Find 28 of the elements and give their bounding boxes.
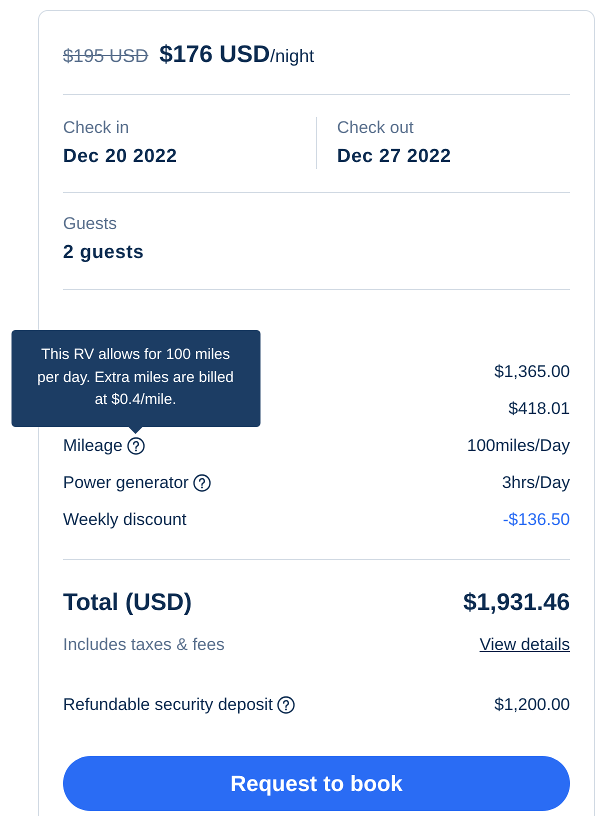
fee-label: Mileage (63, 436, 123, 456)
date-value[interactable]: Dec 27 2022 (337, 145, 452, 169)
original-price: $195 USD (63, 44, 148, 68)
guests-label: Guests (63, 213, 117, 235)
deposit-value: $1,200.00 (494, 694, 570, 716)
deposit-label: Refundable security deposit (63, 694, 273, 716)
fee-value: -$136.50 (502, 510, 570, 530)
price-unit: /night (270, 45, 314, 68)
request-to-book-button[interactable]: Request to book (63, 756, 570, 811)
taxes-note: Includes taxes & fees (63, 634, 225, 656)
date-label: Check out (337, 117, 414, 139)
total-label: Total (USD) (63, 588, 192, 618)
fee-value: 3hrs/Day (502, 472, 570, 492)
fee-value: $418.01 (508, 398, 570, 418)
total-value: $1,931.46 (463, 588, 570, 618)
guests-value[interactable]: 2 guests (63, 241, 144, 265)
date-label: Check in (63, 117, 130, 139)
help-icon[interactable] (126, 436, 145, 454)
view-details-link[interactable]: View details (480, 634, 570, 656)
fee-label: Power generator (63, 472, 189, 492)
help-icon[interactable] (276, 696, 295, 714)
fee-value: $1,365.00 (494, 362, 570, 382)
fee-value: 100miles/Day (467, 436, 570, 456)
help-icon[interactable] (192, 474, 211, 492)
date-value[interactable]: Dec 20 2022 (63, 145, 178, 169)
nightly-price: $176 USD (159, 41, 270, 69)
tooltip-text: This RV allows for 100 miles per day. Extra miles are billed at $0.4/mile. (37, 346, 234, 408)
fee-label: Weekly discount (63, 510, 186, 530)
